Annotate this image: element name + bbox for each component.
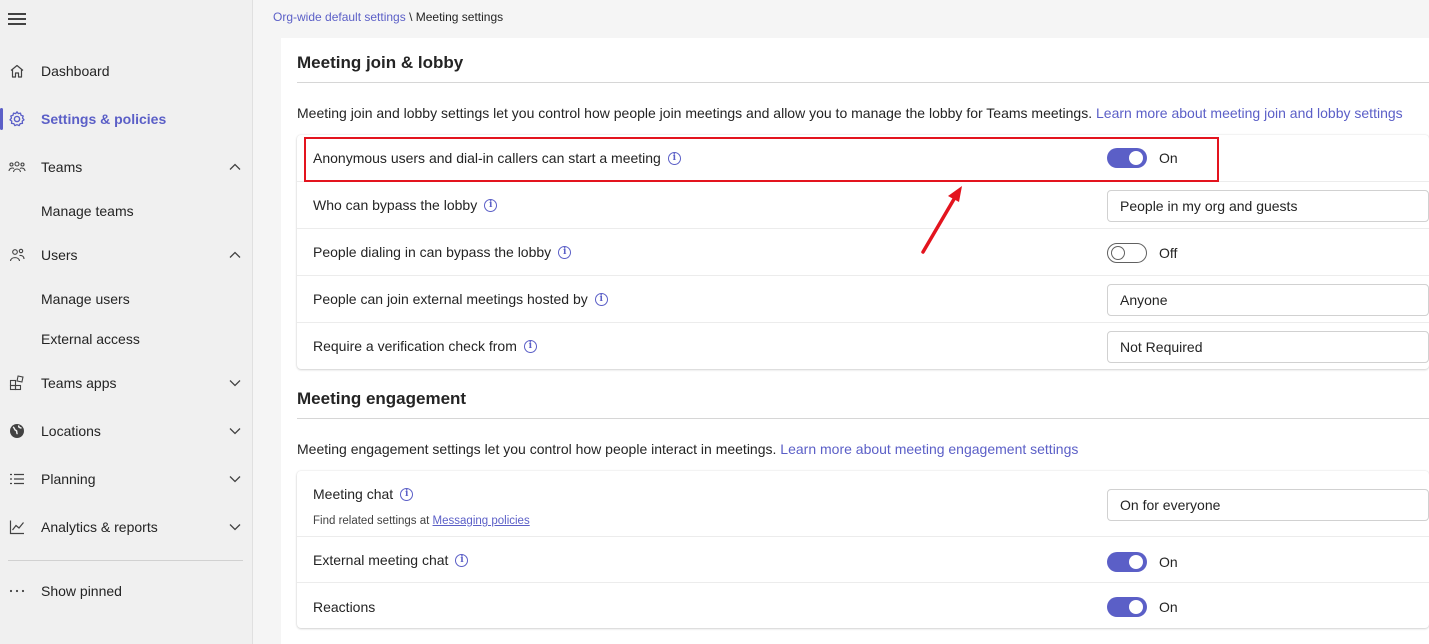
sidebar-item-teams[interactable]: Teams xyxy=(0,147,253,187)
info-icon[interactable]: i xyxy=(455,553,469,567)
sidebar-item-external-access[interactable]: External access xyxy=(0,319,253,359)
setting-label-text: Require a verification check from xyxy=(313,338,517,354)
chevron-up-icon[interactable] xyxy=(228,248,242,262)
setting-row-meeting-chat: Meeting chat i Find related settings at M… xyxy=(297,471,1429,537)
home-icon xyxy=(8,62,26,80)
planning-icon xyxy=(8,470,26,488)
setting-label: People can join external meetings hosted… xyxy=(313,291,608,307)
info-icon[interactable]: i xyxy=(484,198,498,212)
sidebar-item-label: Planning xyxy=(41,471,96,487)
hamburger-menu-icon[interactable] xyxy=(8,13,26,29)
sidebar: Dashboard Settings & policies Teams Mana… xyxy=(0,0,253,644)
setting-row-bypass-lobby: Who can bypass the lobby i People in my o… xyxy=(297,182,1429,229)
setting-label-text: People dialing in can bypass the lobby xyxy=(313,244,552,260)
setting-row-external-meetings: People can join external meetings hosted… xyxy=(297,276,1429,323)
info-icon[interactable]: i xyxy=(594,292,608,306)
subtext-label: Find related settings at xyxy=(313,515,433,527)
breadcrumb-separator: \ xyxy=(405,10,416,24)
teams-icon xyxy=(8,158,26,176)
external-meetings-select[interactable]: Anyone xyxy=(1107,284,1429,316)
meeting-chat-subtext: Find related settings at Messaging polic… xyxy=(313,515,530,527)
chevron-down-icon[interactable] xyxy=(228,424,242,438)
setting-label: External meeting chat i xyxy=(313,552,469,568)
bypass-lobby-select[interactable]: People in my org and guests xyxy=(1107,190,1429,222)
sidebar-item-locations[interactable]: Locations xyxy=(0,411,253,451)
sidebar-item-label: Teams xyxy=(41,159,83,175)
chart-icon xyxy=(8,518,26,536)
description-text: Meeting engagement settings let you cont… xyxy=(297,441,777,457)
section-title-join-lobby: Meeting join & lobby xyxy=(297,53,464,72)
setting-label: Who can bypass the lobby i xyxy=(313,197,498,213)
sidebar-item-label: Teams apps xyxy=(41,375,117,391)
setting-label-text: Reactions xyxy=(313,599,376,615)
breadcrumb-current: Meeting settings xyxy=(415,10,504,24)
sidebar-item-analytics-reports[interactable]: Analytics & reports xyxy=(0,507,253,547)
info-icon[interactable]: i xyxy=(400,487,414,501)
setting-row-reactions: Reactions On xyxy=(297,583,1429,628)
setting-label: Require a verification check from i xyxy=(313,338,537,354)
messaging-policies-link[interactable]: Messaging policies xyxy=(433,515,530,527)
sidebar-item-teams-apps[interactable]: Teams apps xyxy=(0,363,253,403)
info-icon[interactable]: i xyxy=(523,339,537,353)
description-text: Meeting join and lobby settings let you … xyxy=(297,105,1093,121)
sidebar-item-label: Dashboard xyxy=(41,63,110,79)
sidebar-item-users[interactable]: Users xyxy=(0,235,253,275)
chevron-down-icon[interactable] xyxy=(228,472,242,486)
sidebar-divider xyxy=(8,560,243,561)
section-description-join-lobby: Meeting join and lobby settings let you … xyxy=(297,105,1403,121)
users-icon xyxy=(8,246,26,264)
chevron-down-icon[interactable] xyxy=(228,520,242,534)
section-title-engagement: Meeting engagement xyxy=(297,389,467,408)
toggle-state-label: Off xyxy=(1159,245,1178,261)
setting-label: People dialing in can bypass the lobby i xyxy=(313,244,572,260)
meeting-chat-select[interactable]: On for everyone xyxy=(1107,489,1429,521)
toggle-state-label: On xyxy=(1159,554,1178,570)
sidebar-item-label: Settings & policies xyxy=(41,111,167,127)
toggle-state-label: On xyxy=(1159,599,1178,615)
verification-check-select[interactable]: Not Required xyxy=(1107,331,1429,363)
sidebar-item-settings-policies[interactable]: Settings & policies xyxy=(0,99,253,139)
sidebar-item-label: Manage teams xyxy=(41,203,134,219)
sidebar-item-manage-teams[interactable]: Manage teams xyxy=(0,191,253,231)
breadcrumb-link-org-wide-settings[interactable]: Org-wide default settings xyxy=(273,10,406,24)
section-description-engagement: Meeting engagement settings let you cont… xyxy=(297,441,1078,457)
apps-icon xyxy=(8,374,26,392)
setting-label: Reactions xyxy=(313,599,375,615)
setting-label-text: External meeting chat xyxy=(313,552,449,568)
sidebar-item-label: Locations xyxy=(41,423,101,439)
sidebar-item-show-pinned[interactable]: Show pinned xyxy=(0,571,253,611)
setting-row-dial-in-bypass: People dialing in can bypass the lobby i … xyxy=(297,229,1429,276)
setting-row-external-meeting-chat: External meeting chat i On xyxy=(297,537,1429,583)
setting-label-text: Meeting chat xyxy=(313,486,394,502)
setting-label-text: People can join external meetings hosted… xyxy=(313,291,588,307)
reactions-toggle[interactable] xyxy=(1107,597,1147,617)
sidebar-item-manage-users[interactable]: Manage users xyxy=(0,279,253,319)
annotation-arrow-icon xyxy=(921,186,962,254)
setting-label: Meeting chat i xyxy=(313,486,414,502)
info-icon[interactable]: i xyxy=(558,245,572,259)
sidebar-item-label: External access xyxy=(41,331,140,347)
setting-row-verification-check: Require a verification check from i Not R… xyxy=(297,323,1429,369)
sidebar-item-label: Analytics & reports xyxy=(41,519,158,535)
learn-more-engagement-link[interactable]: Learn more about meeting engagement sett… xyxy=(780,441,1078,457)
setting-label-text: Who can bypass the lobby xyxy=(313,197,478,213)
dial-in-bypass-toggle[interactable] xyxy=(1107,243,1147,263)
section-divider xyxy=(297,82,1429,83)
sidebar-item-planning[interactable]: Planning xyxy=(0,459,253,499)
gear-icon xyxy=(8,110,26,128)
learn-more-join-lobby-link[interactable]: Learn more about meeting join and lobby … xyxy=(1096,105,1403,121)
sidebar-item-label: Manage users xyxy=(41,291,130,307)
external-meeting-chat-toggle[interactable] xyxy=(1107,552,1147,572)
chevron-up-icon[interactable] xyxy=(228,160,242,174)
chevron-down-icon[interactable] xyxy=(228,376,242,390)
section-divider xyxy=(297,418,1429,419)
breadcrumb: Org-wide default settings \ Meeting sett… xyxy=(273,10,503,24)
highlight-box xyxy=(304,137,1219,182)
sidebar-item-label: Show pinned xyxy=(41,583,122,599)
more-icon xyxy=(8,582,26,600)
sidebar-item-label: Users xyxy=(41,247,78,263)
globe-icon xyxy=(8,422,26,440)
sidebar-item-dashboard[interactable]: Dashboard xyxy=(0,51,253,91)
